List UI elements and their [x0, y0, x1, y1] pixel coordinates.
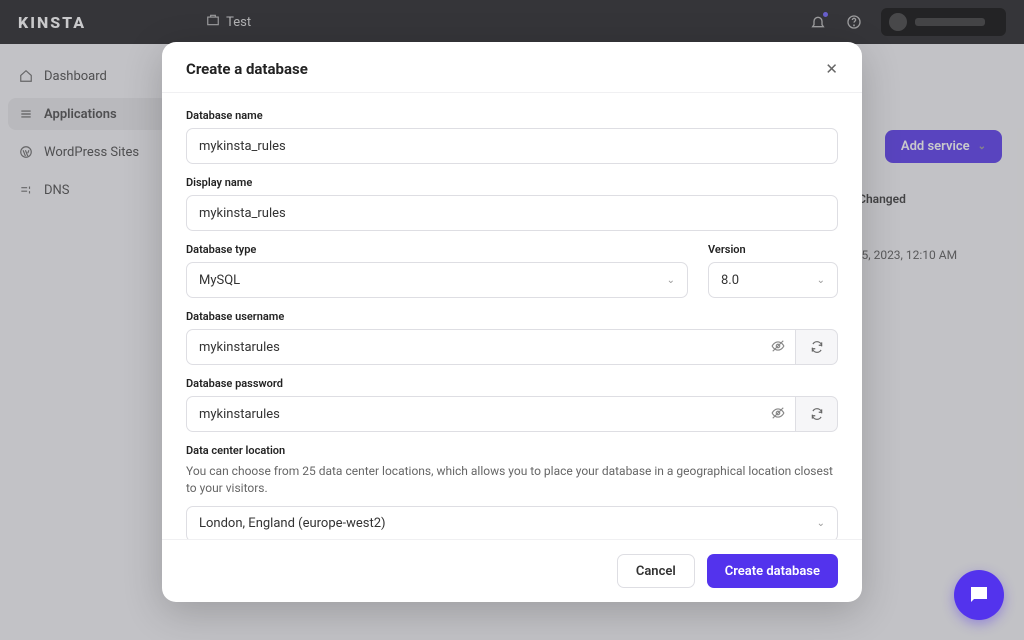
location-value: London, England (europe-west2)	[199, 516, 386, 531]
chevron-down-icon: ⌄	[667, 275, 675, 286]
visibility-icon[interactable]	[771, 406, 785, 423]
password-value: mykinstarules	[199, 407, 280, 422]
display-name-input[interactable]: mykinsta_rules	[186, 195, 838, 231]
display-name-label: Display name	[186, 176, 838, 189]
version-select[interactable]: 8.0 ⌄	[708, 262, 838, 298]
password-input[interactable]: mykinstarules	[186, 396, 796, 432]
username-input[interactable]: mykinstarules	[186, 329, 796, 365]
create-database-label: Create database	[725, 564, 820, 579]
database-name-value: mykinsta_rules	[199, 139, 286, 154]
database-type-value: MySQL	[199, 273, 240, 288]
create-database-modal: Create a database ✕ Database name mykins…	[162, 42, 862, 602]
password-label: Database password	[186, 377, 838, 390]
visibility-icon[interactable]	[771, 339, 785, 356]
database-name-input[interactable]: mykinsta_rules	[186, 128, 838, 164]
cancel-button[interactable]: Cancel	[617, 554, 695, 588]
database-type-label: Database type	[186, 243, 688, 256]
create-database-button[interactable]: Create database	[707, 554, 838, 588]
database-name-label: Database name	[186, 109, 838, 122]
cancel-label: Cancel	[636, 564, 676, 579]
database-type-select[interactable]: MySQL ⌄	[186, 262, 688, 298]
location-description: You can choose from 25 data center locat…	[186, 463, 838, 498]
chat-widget[interactable]	[954, 570, 1004, 620]
modal-title: Create a database	[186, 60, 308, 78]
location-label: Data center location	[186, 444, 838, 457]
chevron-down-icon: ⌄	[817, 518, 825, 529]
version-label: Version	[708, 243, 838, 256]
display-name-value: mykinsta_rules	[199, 206, 286, 221]
username-label: Database username	[186, 310, 838, 323]
username-value: mykinstarules	[199, 340, 280, 355]
version-value: 8.0	[721, 273, 739, 288]
chevron-down-icon: ⌄	[817, 275, 825, 286]
location-select[interactable]: London, England (europe-west2) ⌄	[186, 506, 838, 539]
regenerate-username-button[interactable]	[796, 329, 838, 365]
close-icon[interactable]: ✕	[825, 60, 838, 78]
modal-overlay: Create a database ✕ Database name mykins…	[0, 0, 1024, 640]
regenerate-password-button[interactable]	[796, 396, 838, 432]
